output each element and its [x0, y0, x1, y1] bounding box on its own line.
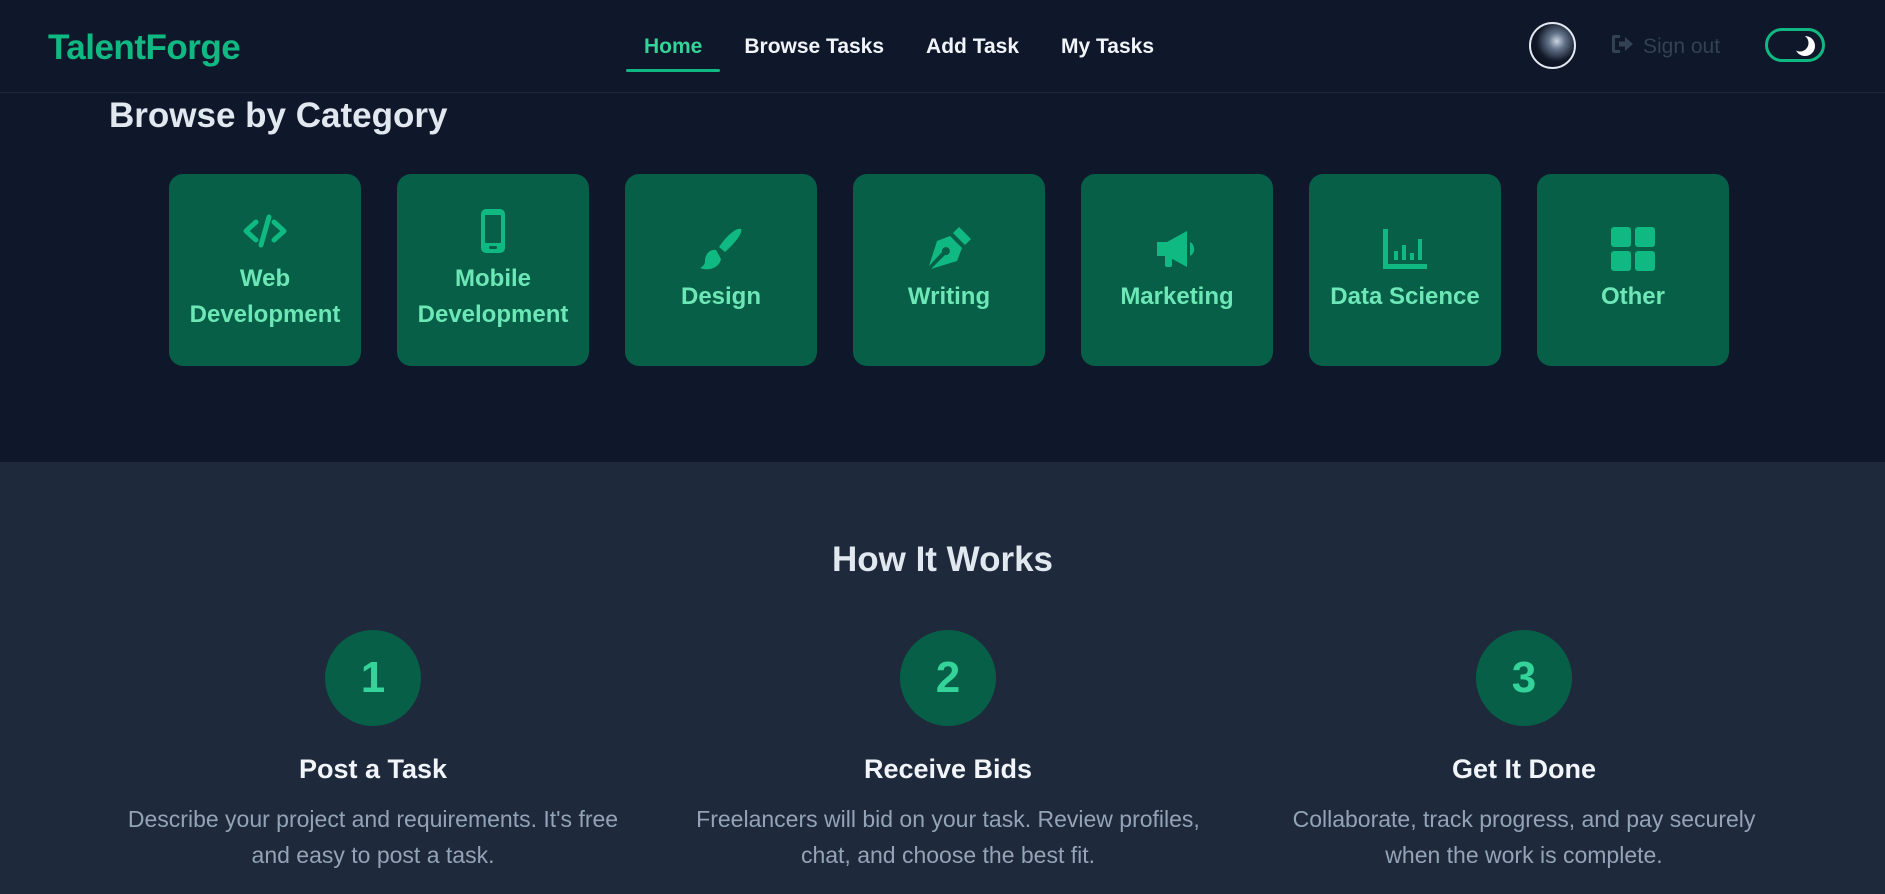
category-label: Writing [907, 283, 991, 310]
nav-home[interactable]: Home [626, 0, 721, 93]
category-card-mobile-development[interactable]: Mobile Development [397, 174, 589, 366]
nav-browse-tasks[interactable]: Browse Tasks [726, 0, 902, 93]
how-it-works-title: How It Works [831, 540, 1054, 579]
category-card-marketing[interactable]: Marketing [1081, 174, 1273, 366]
step-number: 1 [325, 630, 421, 726]
category-card-design[interactable]: Design [625, 174, 817, 366]
megaphone-icon [1153, 225, 1201, 273]
category-label: Data Science [1330, 283, 1480, 310]
browse-title: Browse by Category [109, 96, 448, 135]
category-label: Marketing [1120, 283, 1234, 310]
step-number: 3 [1476, 630, 1572, 726]
step-1: 1 Post a Task Describe your project and … [93, 630, 653, 873]
category-card-writing[interactable]: Writing [853, 174, 1045, 366]
avatar[interactable] [1529, 22, 1576, 69]
step-description: Describe your project and requirements. … [127, 806, 619, 868]
code-icon [241, 207, 289, 255]
mobile-phone-icon [469, 207, 517, 255]
category-card-web-development[interactable]: Web Development [169, 174, 361, 366]
navbar: TalentForge Home Browse Tasks Add Task M… [0, 0, 1885, 93]
step-title: Post a Task [298, 754, 448, 784]
step-description: Freelancers will bid on your task. Revie… [696, 806, 1200, 868]
category-card-other[interactable]: Other [1537, 174, 1729, 366]
page: TalentForge Home Browse Tasks Add Task M… [0, 0, 1885, 894]
logo[interactable]: TalentForge [48, 28, 241, 68]
category-label: Mobile Development [417, 265, 569, 328]
paintbrush-icon [697, 225, 745, 273]
step-3: 3 Get It Done Collaborate, track progres… [1244, 630, 1804, 873]
grid-icon [1609, 225, 1657, 273]
moon-icon [1791, 34, 1816, 57]
category-label: Web Development [189, 265, 341, 328]
category-label: Other [1600, 283, 1665, 310]
step-2: 2 Receive Bids Freelancers will bid on y… [668, 630, 1228, 873]
pen-nib-icon [925, 225, 973, 273]
signout-label: Sign out [1643, 35, 1721, 58]
signout-icon [1611, 33, 1635, 61]
bar-chart-icon [1381, 225, 1429, 273]
step-description: Collaborate, track progress, and pay sec… [1292, 806, 1756, 868]
nav-add-task[interactable]: Add Task [908, 0, 1037, 93]
step-number: 2 [900, 630, 996, 726]
main-nav: Home Browse Tasks Add Task My Tasks [626, 0, 1172, 93]
step-title: Receive Bids [863, 754, 1033, 784]
category-card-data-science[interactable]: Data Science [1309, 174, 1501, 366]
how-it-works-section: How It Works 1 Post a Task Describe your… [0, 462, 1885, 894]
theme-toggle[interactable] [1765, 28, 1825, 62]
category-grid: Web Development Mobile Development Desig… [169, 174, 1729, 366]
nav-my-tasks[interactable]: My Tasks [1043, 0, 1172, 93]
category-label: Design [680, 283, 761, 310]
step-title: Get It Done [1451, 754, 1596, 784]
signout-button[interactable]: Sign out [1611, 32, 1720, 62]
